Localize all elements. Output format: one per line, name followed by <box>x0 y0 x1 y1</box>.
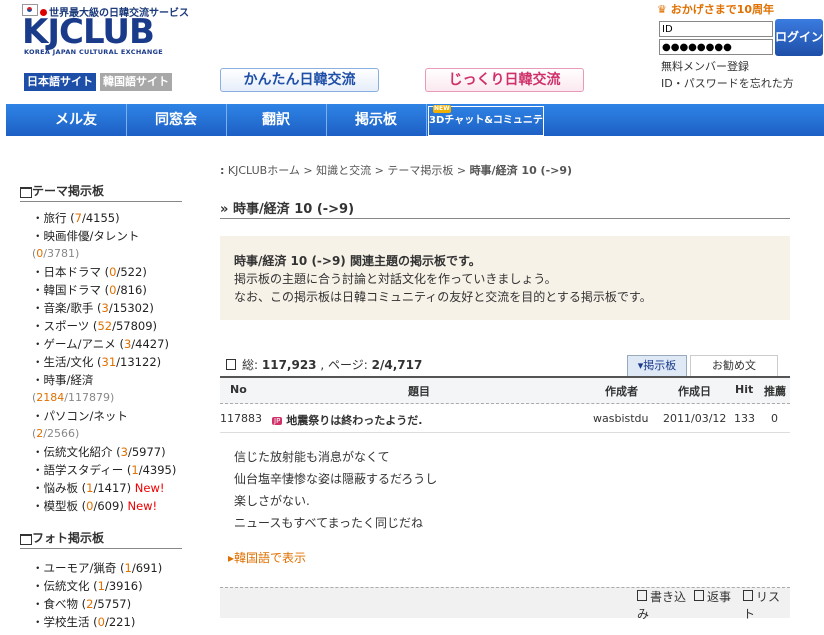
list-item[interactable]: ・伝統文化 (1/3916) <box>20 577 182 595</box>
post-author[interactable]: wasbistdu <box>593 412 649 425</box>
post-recommend-count: 0 <box>771 412 778 425</box>
list-item[interactable]: ・学校生活 (0/221) <box>20 613 182 631</box>
folder-icon <box>20 534 32 545</box>
logo-subtitle: KOREA JAPAN CULTURAL EXCHANGE <box>24 48 164 56</box>
list-item-count: (0/3781) <box>32 247 80 260</box>
pencil-icon <box>637 590 647 601</box>
list-item[interactable]: ・食べ物 (2/5757) <box>20 595 182 613</box>
list-item[interactable]: ・ユーモア/猟奇 (1/691) <box>20 559 182 577</box>
list-item[interactable]: ・パソコン/ネット <box>20 407 182 425</box>
new-badge: NEW <box>433 105 451 113</box>
breadcrumb: : KJCLUBホーム > 知識と交流 > テーマ掲示板 > 時事/経済 10 … <box>220 164 573 177</box>
post-hits: 133 <box>734 412 755 425</box>
intro-line: なお、この掲示板は日韓コミュニティの友好と交流を目的とする掲示板です。 <box>234 290 652 304</box>
intro-line: 掲示板の主題に合う討論と対話文化を作っていきましょう。 <box>234 272 557 286</box>
list-item[interactable]: ・スポーツ (52/57809) <box>20 317 182 335</box>
japanese-site-link[interactable]: 日本語サイト <box>24 73 96 91</box>
list-item[interactable]: ・映画俳優/タレント <box>20 227 182 245</box>
password-input[interactable] <box>659 39 773 55</box>
write-button[interactable]: 書き込み <box>637 588 687 622</box>
list-item[interactable]: ・悩み板 (1/1417) New! <box>20 479 182 497</box>
post-title-link[interactable]: JP 地震祭りは終わったようだ. <box>272 412 422 428</box>
tab-board[interactable]: ▾掲示板 <box>627 355 687 377</box>
breadcrumb-theme-board[interactable]: テーマ掲示板 <box>387 164 453 177</box>
breadcrumb-knowledge[interactable]: 知識と交流 <box>316 164 371 177</box>
anniversary-banner: ♛ おかげさまで10周年 <box>657 3 775 16</box>
new-flag: New! <box>127 499 158 513</box>
deep-exchange-button[interactable]: じっくり日韓交流 <box>425 68 584 92</box>
breadcrumb-home[interactable]: KJCLUBホーム <box>228 164 300 177</box>
list-item[interactable]: ・生活/文化 (31/13122) <box>20 353 182 371</box>
photo-board-heading: フォト掲示板 <box>20 528 182 549</box>
forgot-password-link[interactable]: ID・パスワードを忘れた方 <box>661 75 794 91</box>
list-button[interactable]: リスト <box>743 588 788 622</box>
japanese-flag-icon: JP <box>272 417 283 425</box>
page-title: » 時事/経済 10 (->9) <box>220 198 790 219</box>
column-header-no: No <box>230 383 247 396</box>
new-flag: New! <box>134 481 165 495</box>
document-icon <box>226 359 236 370</box>
intro-line: 時事/経済 10 (->9) 関連主題の掲示板です。 <box>234 254 481 268</box>
nav-3d-chat[interactable]: NEW 3Dチャット&コミュニティ <box>428 105 544 154</box>
reply-icon <box>694 590 704 601</box>
post-body-line: 仙台塩辛悽惨な姿は隠蔽するだろうし <box>234 472 438 486</box>
column-header-recommend: 推薦 <box>764 385 786 398</box>
login-button[interactable]: ログイン <box>775 19 823 56</box>
post-body-line: ニュースもすべてまったく同じだね <box>234 516 424 530</box>
list-item-count: (2/2566) <box>32 427 80 440</box>
breadcrumb-current: 時事/経済 10 (->9) <box>469 164 573 177</box>
nav-alumni[interactable]: 同窓会 <box>126 104 227 136</box>
theme-board-heading: テーマ掲示板 <box>20 181 182 202</box>
list-item[interactable]: ・時事/経済 <box>20 371 182 389</box>
post-date: 2011/03/12 <box>663 412 727 425</box>
id-input[interactable] <box>659 21 773 37</box>
list-item[interactable]: ・語学スタディー (1/4395) <box>20 461 182 479</box>
list-item[interactable]: ・音楽/歌手 (3/15302) <box>20 299 182 317</box>
column-header-date: 作成日 <box>678 385 711 398</box>
site-logo[interactable]: KJCLUB <box>22 12 155 52</box>
column-header-title: 題目 <box>408 385 430 398</box>
list-item[interactable]: ・模型板 (0/609) New! <box>20 497 182 515</box>
column-header-author: 作成者 <box>605 385 638 398</box>
crown-icon: ♛ <box>657 3 667 16</box>
easy-exchange-button[interactable]: かんたん日韓交流 <box>220 68 379 92</box>
list-item-count: (2184/117879) <box>32 391 115 404</box>
photo-board-list: フォト掲示板 ・ユーモア/猟奇 (1/691) ・伝統文化 (1/3916) ・… <box>20 528 182 631</box>
register-link[interactable]: 無料メンバー登録 <box>661 58 749 74</box>
tab-recommended[interactable]: お勧め文 <box>690 355 778 376</box>
list-item[interactable]: ・伝統文化紹介 (3/5977) <box>20 443 182 461</box>
nav-board[interactable]: 掲示板 <box>326 104 427 136</box>
nav-translate[interactable]: 翻訳 <box>226 104 327 136</box>
post-body-line: 信じた放射能も消息がなくて <box>234 450 390 464</box>
list-item[interactable]: ・韓国ドラマ (0/816) <box>20 281 182 299</box>
list-item[interactable]: ・ゲーム/アニメ (3/4427) <box>20 335 182 353</box>
list-item[interactable]: ・旅行 (7/4155) <box>20 209 182 227</box>
nav-mail-friend[interactable]: メル友 <box>26 104 127 136</box>
post-no: 117883 <box>220 412 262 425</box>
korean-site-link[interactable]: 韓国語サイト <box>100 73 172 91</box>
list-icon <box>743 590 753 601</box>
post-body-line: 楽しさがない. <box>234 494 310 508</box>
post-stats: 総: 117,923 , ページ: 2/4,717 <box>226 356 422 373</box>
folder-icon <box>20 187 32 198</box>
show-in-korean-link[interactable]: ▸韓国語で表示 <box>228 549 306 566</box>
reply-button[interactable]: 返事 <box>694 588 731 605</box>
column-header-hit: Hit <box>735 383 754 396</box>
list-item[interactable]: ・日本ドラマ (0/522) <box>20 263 182 281</box>
theme-board-list: テーマ掲示板 ・旅行 (7/4155) ・映画俳優/タレント (0/3781) … <box>20 181 182 515</box>
